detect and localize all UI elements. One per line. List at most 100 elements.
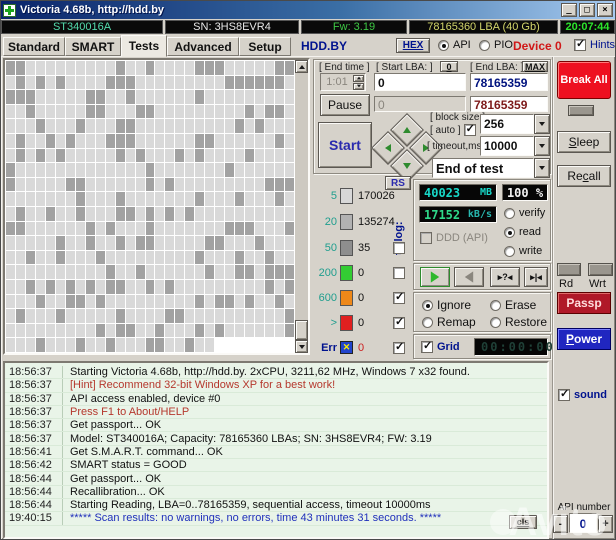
restore-radio-circle[interactable] (490, 316, 501, 328)
api-radio-circle[interactable] (438, 39, 449, 51)
passp-button[interactable]: Passp (557, 292, 611, 314)
scan-block (55, 338, 65, 352)
scan-block (195, 265, 205, 279)
close-button[interactable]: × (597, 3, 613, 17)
scan-backward-button[interactable] (454, 267, 484, 287)
grid-checkbox-box[interactable] (421, 339, 433, 353)
timing-block-swatch (340, 264, 353, 281)
hex-button[interactable]: HEX (396, 38, 430, 53)
end-time-down-icon[interactable] (353, 82, 364, 90)
scan-block (35, 75, 45, 90)
to-log-checkbox[interactable] (393, 241, 405, 254)
write-radio[interactable]: write (504, 245, 542, 257)
tab-advanced[interactable]: Advanced (167, 37, 239, 56)
restore-radio[interactable]: Restore (490, 315, 547, 329)
block-size-combo[interactable]: 256 (480, 114, 550, 134)
maximize-button[interactable]: □ (579, 3, 595, 17)
verify-radio-circle[interactable] (504, 207, 515, 219)
read-radio[interactable]: read (504, 226, 541, 238)
api-number-plus-button[interactable]: + (598, 515, 613, 533)
ddd-checkbox[interactable]: DDD (API) (420, 232, 488, 244)
scan-block (115, 61, 125, 75)
scan-block (25, 61, 35, 75)
scan-block (115, 104, 125, 119)
scan-block (135, 207, 145, 221)
tab-smart[interactable]: SMART (65, 37, 121, 56)
remap-radio-circle[interactable] (422, 316, 433, 328)
api-radio[interactable]: API (438, 39, 471, 51)
to-log-checkbox[interactable] (393, 266, 405, 279)
block-size-drop-icon[interactable] (534, 114, 550, 134)
end-lba-max-button[interactable]: MAX (522, 61, 548, 72)
scan-block (35, 90, 45, 104)
hints-checkbox-box[interactable] (574, 37, 586, 51)
power-button[interactable]: Power (557, 328, 611, 350)
end-time-up-icon[interactable] (353, 74, 364, 82)
scan-block (75, 294, 85, 309)
tab-standard[interactable]: Standard (3, 37, 65, 56)
jump-to-error-button[interactable]: ▸?◂ (490, 267, 520, 287)
wrt-label: Wrt (589, 278, 606, 290)
end-action-drop-icon[interactable] (534, 158, 550, 178)
scan-block (195, 119, 205, 133)
grid-scroll-down-icon[interactable] (295, 340, 308, 353)
timeout-combo[interactable]: 10000 (480, 136, 550, 156)
write-radio-circle[interactable] (504, 245, 515, 257)
scan-block (65, 236, 75, 250)
break-all-button[interactable]: Break All (557, 61, 611, 99)
scan-forward-button[interactable] (420, 267, 450, 287)
scan-block (25, 119, 35, 133)
api-number-minus-button[interactable]: - (553, 515, 568, 533)
timeout-drop-icon[interactable] (534, 136, 550, 156)
to-log-checkbox[interactable] (393, 340, 405, 354)
auto-checkbox-box[interactable] (463, 122, 476, 136)
auto-checkbox[interactable]: [ auto ] (430, 122, 476, 136)
sound-checkbox[interactable]: sound (558, 387, 607, 401)
minimize-button[interactable]: _ (561, 3, 577, 17)
to-log-checkbox[interactable] (393, 290, 405, 304)
scan-block (145, 250, 155, 265)
sleep-button[interactable]: Sleep (557, 131, 611, 153)
cls-button[interactable]: cls (509, 515, 537, 529)
read-radio-circle[interactable] (504, 226, 515, 238)
grid-scrollbar[interactable] (295, 60, 308, 353)
scan-block (6, 148, 15, 163)
pio-radio-circle[interactable] (479, 39, 490, 51)
scan-block (55, 119, 65, 133)
grid-scroll-thumb[interactable] (295, 320, 308, 340)
pio-radio[interactable]: PIO (479, 39, 513, 51)
scan-block (205, 280, 215, 294)
erase-radio[interactable]: Erase (490, 298, 536, 312)
end-lba-label: [ End LBA: ] (470, 62, 524, 73)
end-action-combo[interactable]: End of test (432, 158, 550, 178)
hints-checkbox[interactable]: Hints (574, 37, 615, 51)
tab-setup[interactable]: Setup (239, 37, 291, 56)
pause-button[interactable]: Pause (320, 94, 370, 116)
start-lba-zero-button[interactable]: 0 (440, 61, 458, 72)
jump-to-end-button[interactable]: ▸|◂ (524, 267, 548, 287)
to-log-checkbox[interactable] (393, 315, 405, 329)
scan-block (85, 90, 95, 104)
ignore-radio[interactable]: Ignore (422, 298, 471, 312)
sound-checkbox-box[interactable] (558, 387, 570, 401)
end-lba-input[interactable]: 78165359 (470, 73, 548, 91)
verify-radio[interactable]: verify (504, 207, 545, 219)
remap-radio[interactable]: Remap (422, 315, 476, 329)
end-time-spinner[interactable]: 1:01 (320, 73, 366, 91)
start-button[interactable]: Start (318, 122, 372, 168)
grid-scroll-up-icon[interactable] (295, 60, 308, 73)
scan-block (195, 134, 205, 148)
scan-block (125, 119, 135, 133)
scan-block (45, 177, 55, 192)
hdd-by-link[interactable]: HDD.BY (301, 39, 347, 53)
scan-block (265, 119, 275, 133)
scan-block (135, 177, 145, 192)
start-lba-input[interactable]: 0 (374, 73, 466, 91)
ignore-radio-circle[interactable] (422, 299, 433, 311)
ddd-checkbox-box[interactable] (420, 232, 432, 244)
log-timestamp: 19:40:15 (5, 512, 63, 525)
erase-radio-circle[interactable] (490, 299, 501, 311)
tab-tests[interactable]: Tests (121, 35, 167, 57)
recall-button[interactable]: Recall (557, 165, 611, 187)
grid-checkbox[interactable]: Grid (421, 339, 460, 353)
